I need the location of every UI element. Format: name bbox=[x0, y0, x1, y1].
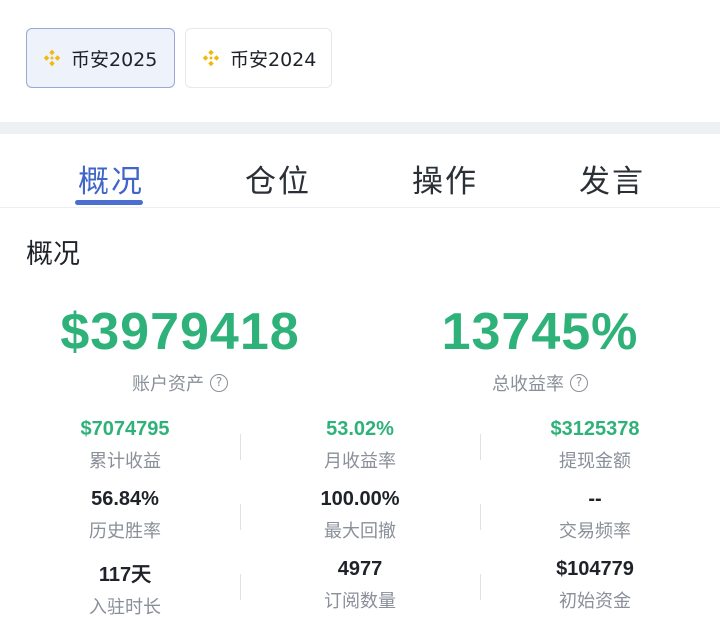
stat-win-rate: 56.84% 历史胜率 bbox=[5, 488, 245, 543]
account-asset-value: $3979418 bbox=[60, 303, 300, 361]
tab-positions[interactable]: 仓位 bbox=[245, 156, 311, 201]
total-return-stat: 13745% 总收益率 ? bbox=[400, 302, 680, 396]
chip-binance-2024[interactable]: 币安2024 bbox=[185, 28, 332, 88]
stat-cumulative-profit: $7074795 累计收益 bbox=[5, 418, 245, 473]
tab-operations[interactable]: 操作 bbox=[412, 156, 478, 201]
stat-trade-frequency: -- 交易频率 bbox=[475, 488, 715, 543]
stat-label: 订阅数量 bbox=[324, 591, 396, 612]
stat-label: 历史胜率 bbox=[89, 521, 161, 542]
exchange-chip-row: 币安2025 币安2024 bbox=[26, 28, 332, 88]
stat-label: 月收益率 bbox=[324, 451, 396, 472]
tab-posts[interactable]: 发言 bbox=[579, 156, 645, 201]
tab-overview[interactable]: 概况 bbox=[78, 156, 144, 201]
account-asset-label: 账户资产 bbox=[132, 374, 204, 395]
account-asset-stat: $3979418 账户资产 ? bbox=[40, 302, 320, 396]
stats-row: 117天 入驻时长 4977 订阅数量 $104779 初始资金 bbox=[0, 558, 720, 626]
chip-binance-2025[interactable]: 币安2025 bbox=[26, 28, 175, 88]
stat-monthly-return: 53.02% 月收益率 bbox=[240, 418, 480, 473]
stat-max-drawdown: 100.00% 最大回撤 bbox=[240, 488, 480, 543]
stat-label: 提现金额 bbox=[559, 451, 631, 472]
stat-value: 53.02% bbox=[326, 418, 394, 440]
stat-value: $7074795 bbox=[80, 418, 170, 440]
stat-label: 累计收益 bbox=[89, 451, 161, 472]
binance-logo-icon bbox=[202, 49, 220, 67]
total-return-label-row: 总收益率 ? bbox=[400, 370, 680, 396]
stat-value: $3125378 bbox=[550, 418, 640, 440]
active-tab-indicator bbox=[75, 200, 143, 205]
help-circle-icon[interactable]: ? bbox=[210, 374, 228, 392]
stat-label: 最大回撤 bbox=[324, 521, 396, 542]
chip-label: 币安2025 bbox=[71, 48, 158, 71]
stat-value: 56.84% bbox=[91, 488, 159, 510]
total-return-value: 13745% bbox=[441, 303, 639, 361]
stat-value: $104779 bbox=[556, 558, 634, 580]
stat-subscriber-count: 4977 订阅数量 bbox=[240, 558, 480, 613]
account-asset-label-row: 账户资产 ? bbox=[40, 370, 320, 396]
stat-value: 117天 bbox=[98, 564, 152, 586]
chip-label: 币安2024 bbox=[230, 48, 317, 71]
section-title: 概况 bbox=[26, 239, 80, 270]
stat-label: 初始资金 bbox=[559, 591, 631, 612]
stat-initial-capital: $104779 初始资金 bbox=[475, 558, 715, 613]
stat-label: 交易频率 bbox=[559, 521, 631, 542]
total-return-label: 总收益率 bbox=[492, 374, 564, 395]
tab-bar: 概况 仓位 操作 发言 bbox=[0, 134, 720, 208]
stat-value: -- bbox=[588, 488, 602, 510]
binance-logo-icon bbox=[43, 49, 61, 67]
stats-row: $7074795 累计收益 53.02% 月收益率 $3125378 提现金额 bbox=[0, 418, 720, 488]
stats-grid: $7074795 累计收益 53.02% 月收益率 $3125378 提现金额 … bbox=[0, 418, 720, 626]
help-circle-icon[interactable]: ? bbox=[570, 374, 588, 392]
stats-row: 56.84% 历史胜率 100.00% 最大回撤 -- 交易频率 bbox=[0, 488, 720, 558]
stat-value: 4977 bbox=[337, 558, 383, 580]
section-divider bbox=[0, 122, 720, 134]
stat-label: 入驻时长 bbox=[89, 597, 161, 618]
stat-withdrawal-amount: $3125378 提现金额 bbox=[475, 418, 715, 473]
stat-join-duration: 117天 入驻时长 bbox=[5, 558, 245, 619]
stat-value: 100.00% bbox=[320, 488, 400, 510]
